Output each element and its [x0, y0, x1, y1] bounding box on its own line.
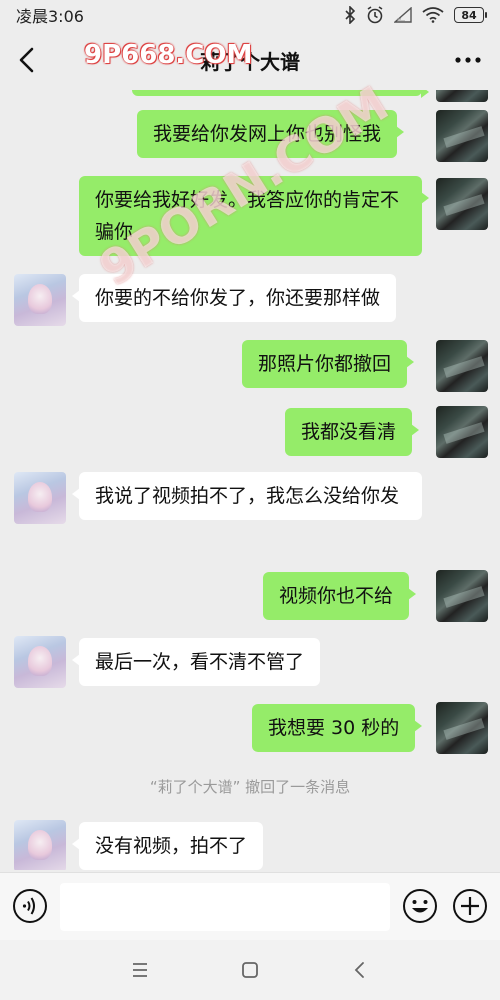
message-bubble-me[interactable]: 我要给你发网上你也别怪我 [137, 110, 405, 158]
alarm-icon [366, 6, 384, 24]
avatar-me[interactable] [436, 702, 488, 754]
message-bubble-other[interactable]: 我说了视频拍不了，我怎么没给你发 [72, 472, 422, 520]
signal-icon [394, 7, 412, 23]
chat-messages[interactable]: 我要给你发网上你也别怪我 你要给我好好发。我答应你的肯定不骗你 你要的不给你发了… [0, 90, 500, 870]
battery-indicator: 84 [454, 7, 487, 23]
avatar-me[interactable] [436, 406, 488, 458]
avatar-other[interactable] [14, 274, 66, 326]
avatar-me[interactable] [436, 110, 488, 162]
avatar-other[interactable] [14, 636, 66, 688]
avatar-me[interactable] [436, 340, 488, 392]
system-nav-bar [0, 940, 500, 1000]
message-bubble-me[interactable]: 我都没看清 [285, 408, 420, 456]
message-bubble-me[interactable]: 我想要 30 秒的 [252, 704, 423, 752]
wifi-icon [422, 7, 444, 23]
plus-icon[interactable] [452, 888, 488, 924]
message-bubble-me[interactable]: 视频你也不给 [263, 572, 417, 620]
avatar-me[interactable] [436, 570, 488, 622]
recall-notice: “莉了个大谱” 撤回了一条消息 [149, 778, 351, 796]
emoji-icon[interactable] [402, 888, 438, 924]
voice-icon[interactable] [12, 888, 48, 924]
message-bubble-other[interactable]: 你要的不给你发了，你还要那样做 [71, 274, 397, 322]
message-bubble-other[interactable]: 最后一次，看不清不管了 [71, 638, 321, 686]
bluetooth-icon [344, 6, 356, 24]
input-bar [0, 872, 500, 940]
back-icon[interactable] [14, 46, 42, 74]
avatar-me[interactable] [436, 90, 488, 102]
status-time: 凌晨3:06 [16, 7, 84, 26]
home-icon[interactable] [238, 958, 262, 982]
avatar-me[interactable] [436, 178, 488, 230]
message-bubble-me[interactable]: 你要给我好好发。我答应你的肯定不骗你 [79, 176, 429, 256]
avatar-other[interactable] [14, 472, 66, 524]
chat-title: 莉了个大谱 [200, 49, 300, 74]
menu-icon[interactable] [128, 958, 152, 982]
nav-back-icon[interactable] [348, 958, 372, 982]
status-icons: 84 [344, 6, 487, 24]
message-bubble-other[interactable]: 没有视频，拍不了 [71, 822, 264, 870]
more-icon[interactable] [452, 46, 484, 74]
message-bubble-me[interactable]: 那照片你都撤回 [242, 340, 415, 388]
message-input[interactable] [60, 883, 390, 931]
status-bar: 凌晨3:06 84 [0, 0, 500, 30]
partial-message-bubble[interactable] [132, 90, 429, 98]
avatar-other[interactable] [14, 820, 66, 870]
chat-header: 莉了个大谱 [0, 30, 500, 90]
